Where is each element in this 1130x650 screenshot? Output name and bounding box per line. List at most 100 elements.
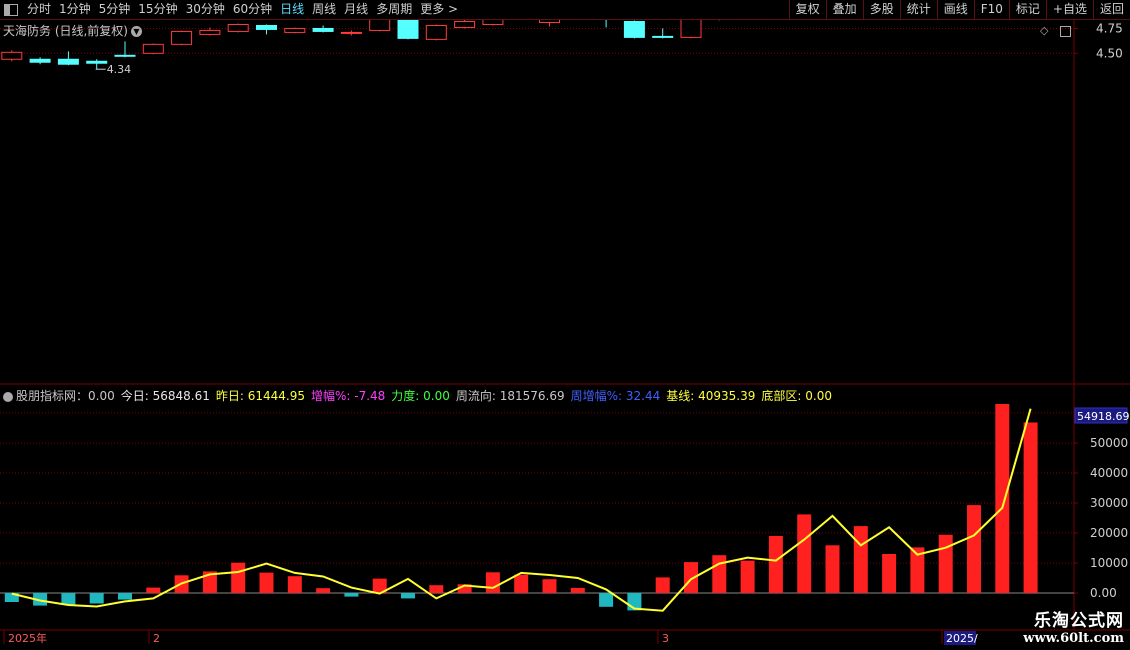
period-tab-2[interactable]: 5分钟 bbox=[95, 0, 135, 19]
indicator-bar bbox=[287, 576, 302, 593]
xaxis-label: 2025/ bbox=[946, 632, 978, 645]
candle-body bbox=[171, 30, 193, 45]
indicator-bar bbox=[1023, 422, 1038, 593]
period-tab-6[interactable]: 日线 bbox=[276, 0, 308, 19]
main-pane-title[interactable]: 天海防务 (日线,前复权) ▼ bbox=[3, 22, 142, 39]
kline-chart[interactable]: 7.507.257.006.756.506.256.005.755.505.25… bbox=[0, 20, 1130, 650]
indicator-bar bbox=[938, 534, 953, 593]
xaxis-label: 3 bbox=[662, 632, 669, 645]
stock-title: 天海防务 (日线,前复权) bbox=[3, 24, 128, 38]
watermark-url: www.60lt.com bbox=[1023, 631, 1124, 646]
period-tab-4[interactable]: 30分钟 bbox=[182, 0, 229, 19]
indicator-tick-label: 30000 bbox=[1090, 496, 1128, 510]
watermark-name: 乐淘公式网 bbox=[1034, 611, 1124, 631]
indicator-field-8: 底部区: 0.00 bbox=[761, 389, 832, 403]
toolbar-button-8[interactable]: 返回 bbox=[1092, 0, 1130, 19]
indicator-tick-label: 0.00 bbox=[1090, 586, 1117, 600]
indicator-bar bbox=[995, 404, 1010, 593]
candle-body bbox=[539, 20, 560, 23]
period-tab-0[interactable]: 分时 bbox=[23, 0, 55, 19]
pane-maximize-icon[interactable] bbox=[1059, 25, 1071, 37]
indicator-field-6: 周增幅%: 32.44 bbox=[570, 389, 661, 403]
indicator-bar bbox=[485, 572, 500, 593]
indicator-bar bbox=[401, 593, 415, 599]
candle-body bbox=[369, 20, 391, 31]
indicator-bar bbox=[316, 588, 331, 593]
indicator-bar bbox=[740, 560, 755, 593]
indicator-bar bbox=[514, 574, 529, 593]
toolbar-button-6[interactable]: 标记 bbox=[1008, 0, 1046, 19]
candle-body bbox=[623, 20, 645, 38]
period-tab-9[interactable]: 多周期 bbox=[372, 0, 416, 19]
indicator-bar bbox=[89, 593, 104, 604]
toolbar-right-buttons: 复权 叠加 多股 统计 画线 F10 标记 +自选 返回 bbox=[788, 0, 1130, 19]
indicator-bar bbox=[146, 587, 161, 593]
indicator-bar bbox=[655, 577, 670, 593]
indicator-bar bbox=[797, 514, 812, 593]
candle-body bbox=[1, 51, 23, 60]
xaxis-label: 2 bbox=[153, 632, 160, 645]
candle-body bbox=[199, 29, 221, 35]
candle-body bbox=[29, 58, 51, 63]
indicator-bar bbox=[231, 562, 246, 593]
candle-body bbox=[454, 20, 476, 28]
indicator-bar bbox=[259, 572, 274, 593]
toolbar-button-2[interactable]: 多股 bbox=[862, 0, 900, 19]
indicator-menu-icon[interactable] bbox=[3, 391, 13, 402]
candle-body bbox=[256, 24, 277, 30]
period-tab-3[interactable]: 15分钟 bbox=[134, 0, 181, 19]
toolbar-button-5[interactable]: F10 bbox=[973, 0, 1009, 19]
indicator-bar bbox=[118, 593, 132, 600]
indicator-field-3: 增幅%: -7.48 bbox=[310, 389, 386, 403]
window-layout-icon[interactable] bbox=[4, 3, 18, 16]
indicator-field-5: 周流向: 181576.69 bbox=[455, 389, 565, 403]
indicator-tick-label: 50000 bbox=[1090, 436, 1128, 450]
indicator-bar bbox=[825, 545, 840, 593]
pane-controls: ◇ bbox=[1040, 24, 1071, 37]
candle-body bbox=[114, 54, 136, 57]
indicator-bar bbox=[712, 555, 727, 593]
indicator-bar bbox=[882, 554, 897, 593]
indicator-field-2: 昨日: 61444.95 bbox=[215, 389, 305, 403]
price-tick-label: 4.75 bbox=[1096, 21, 1123, 35]
period-tab-7[interactable]: 周线 bbox=[308, 0, 340, 19]
candle-body bbox=[57, 58, 79, 65]
candle-body bbox=[652, 35, 674, 38]
indicator-summary: 股朋指标网：0.00 今日: 56848.61 昨日: 61444.95 增幅%: -… bbox=[3, 387, 838, 404]
period-tab-10[interactable]: 更多 > bbox=[416, 0, 462, 19]
candle-body bbox=[680, 20, 702, 38]
indicator-field-4: 力度: 0.00 bbox=[391, 389, 450, 403]
candle-body bbox=[425, 24, 447, 40]
diamond-icon[interactable]: ◇ bbox=[1040, 24, 1048, 37]
indicator-tick-label: 40000 bbox=[1090, 466, 1128, 480]
price-tick-label: 4.50 bbox=[1096, 46, 1123, 60]
indicator-tick-label: 20000 bbox=[1090, 526, 1128, 540]
period-tab-5[interactable]: 60分钟 bbox=[229, 0, 276, 19]
candle-body bbox=[482, 20, 504, 25]
indicator-bar bbox=[967, 505, 981, 593]
candle-body bbox=[227, 23, 249, 32]
indicator-field-0: 股朋指标网：0.00 bbox=[16, 389, 115, 403]
toolbar-button-0[interactable]: 复权 bbox=[788, 0, 826, 19]
candle-body bbox=[142, 43, 164, 54]
chevron-down-icon[interactable]: ▼ bbox=[131, 26, 142, 37]
indicator-bar bbox=[768, 536, 783, 593]
indicator-field-7: 基线: 40935.39 bbox=[666, 389, 756, 403]
toolbar-button-7[interactable]: +自选 bbox=[1045, 0, 1093, 19]
period-tab-8[interactable]: 月线 bbox=[340, 0, 372, 19]
indicator-bar bbox=[344, 593, 359, 597]
candle-body bbox=[312, 27, 334, 32]
toolbar-button-1[interactable]: 叠加 bbox=[825, 0, 863, 19]
current-value-label: 54918.69 bbox=[1077, 410, 1130, 423]
watermark: 乐淘公式网 www.60lt.com bbox=[1023, 606, 1124, 646]
candle-body bbox=[86, 60, 108, 64]
indicator-bar bbox=[61, 593, 76, 605]
candle-body bbox=[284, 27, 306, 33]
toolbar-button-4[interactable]: 画线 bbox=[936, 0, 974, 19]
indicator-bar bbox=[542, 579, 557, 593]
toolbar-button-3[interactable]: 统计 bbox=[899, 0, 937, 19]
indicator-field-1: 今日: 56848.61 bbox=[120, 389, 210, 403]
indicator-tick-label: 10000 bbox=[1090, 556, 1128, 570]
period-tab-1[interactable]: 1分钟 bbox=[55, 0, 95, 19]
indicator-bar bbox=[570, 587, 585, 593]
